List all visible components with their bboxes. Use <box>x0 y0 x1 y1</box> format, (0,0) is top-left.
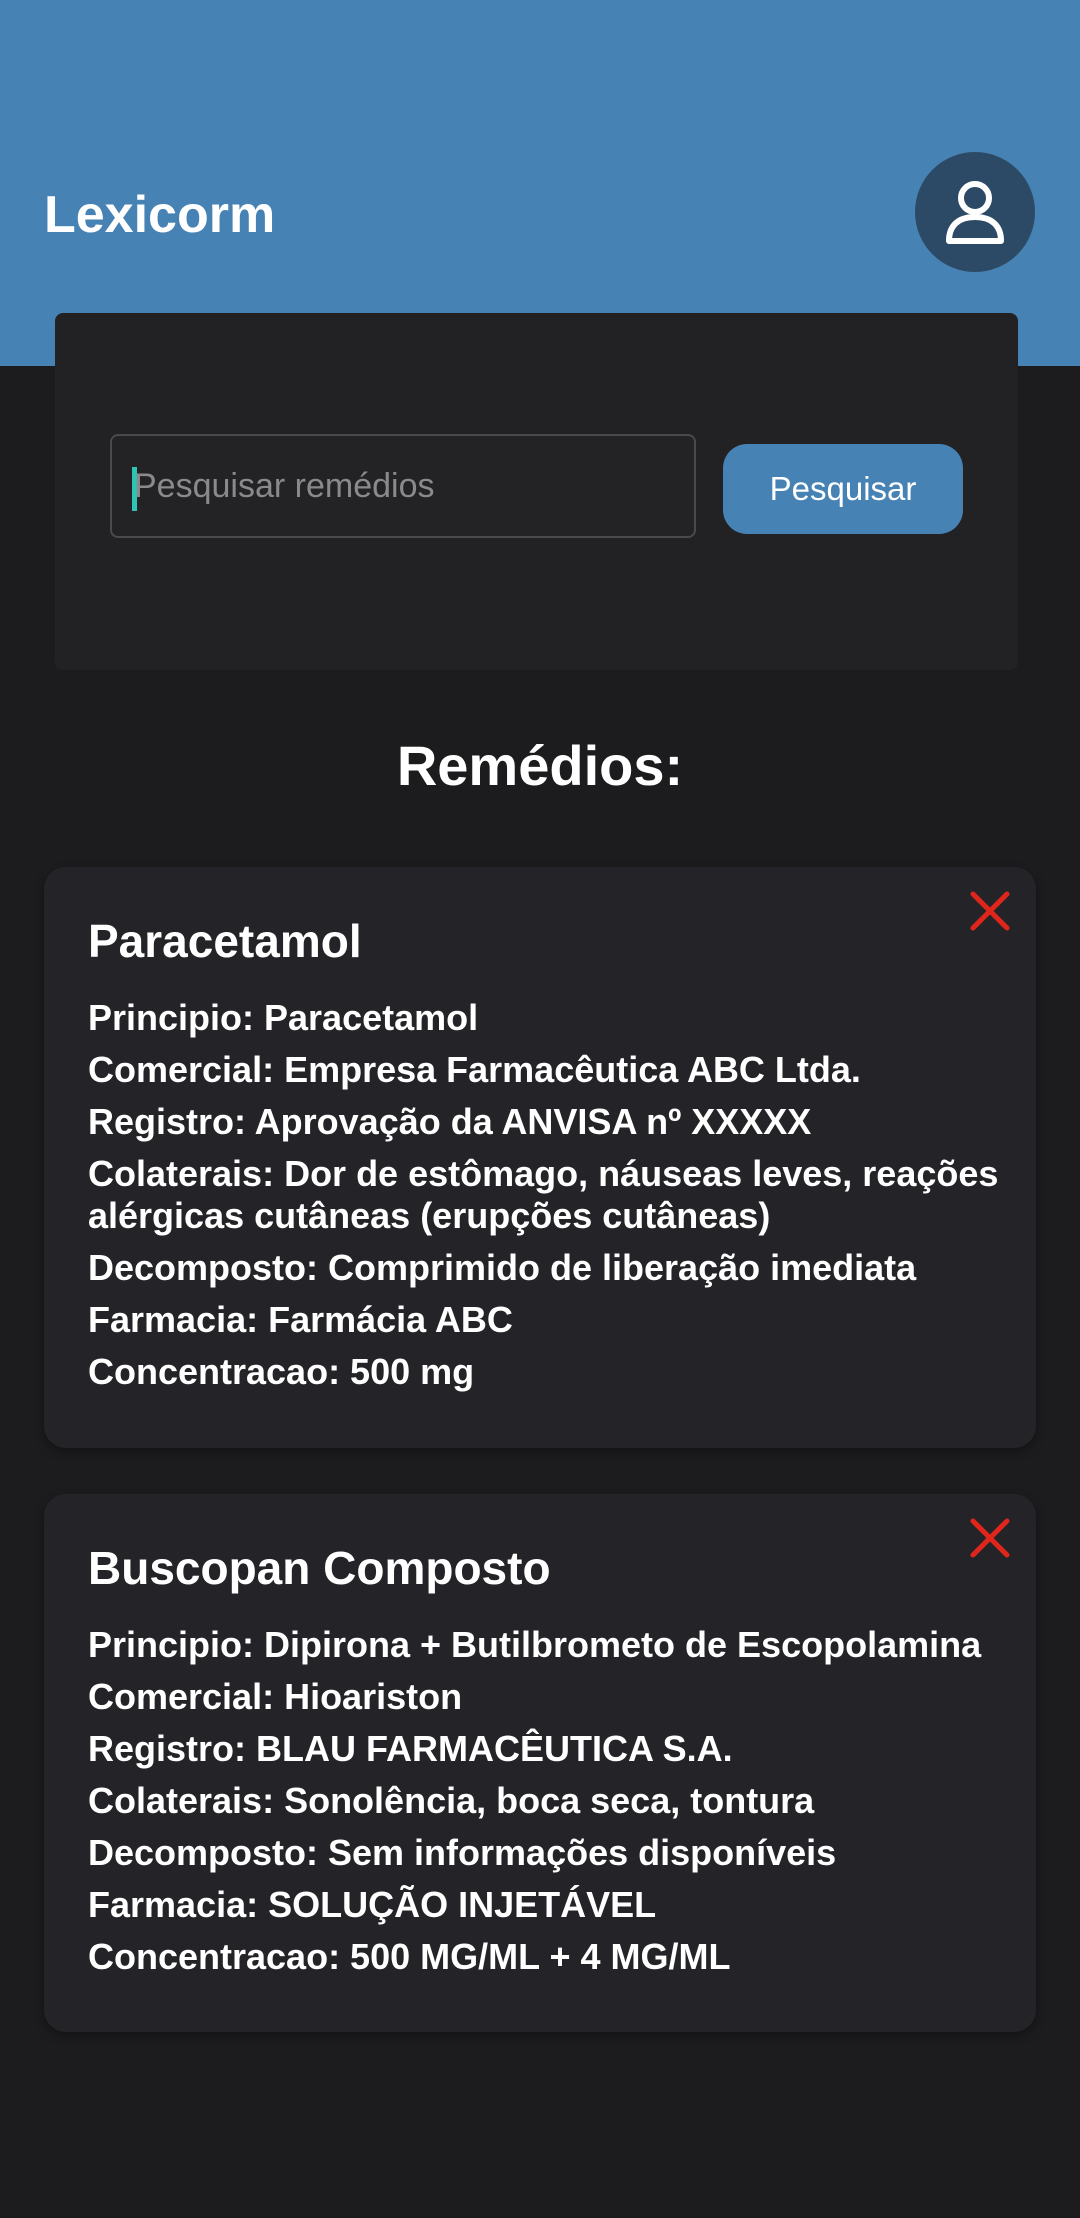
field-decomposto: Decomposto: Comprimido de liberação imed… <box>88 1247 917 1288</box>
field-principio: Principio: Dipirona + Butilbrometo de Es… <box>88 1624 982 1665</box>
search-panel: Pesquisar remédios Pesquisar <box>55 313 1018 670</box>
field-farmacia: Farmacia: Farmácia ABC <box>88 1299 513 1340</box>
search-button[interactable]: Pesquisar <box>723 444 963 534</box>
search-input[interactable]: Pesquisar remédios <box>110 434 696 538</box>
field-concentracao: Concentracao: 500 MG/ML + 4 MG/ML <box>88 1936 731 1977</box>
app-title: Lexicorm <box>44 186 276 244</box>
user-icon <box>946 181 1004 244</box>
field-concentracao: Concentracao: 500 mg <box>88 1351 475 1392</box>
medicine-card: Buscopan Composto Principio: Dipirona + … <box>44 1494 1036 2032</box>
close-icon[interactable] <box>970 891 1010 931</box>
medicine-name: Paracetamol <box>88 915 362 967</box>
medicine-card: Paracetamol Principio: Paracetamol Comer… <box>44 867 1036 1448</box>
list-title: Remédios: <box>396 734 684 797</box>
field-decomposto: Decomposto: Sem informações disponíveis <box>88 1832 837 1873</box>
field-comercial: Comercial: Empresa Farmacêutica ABC Ltda… <box>88 1049 861 1090</box>
field-colaterais: Colaterais: Dor de estômago, náuseas lev… <box>88 1153 999 1236</box>
close-icon[interactable] <box>970 1518 1010 1558</box>
medicine-name: Buscopan Composto <box>88 1542 551 1594</box>
field-farmacia: Farmacia: SOLUÇÃO INJETÁVEL <box>88 1884 657 1925</box>
field-comercial: Comercial: Hioariston <box>88 1676 463 1717</box>
profile-avatar-button[interactable] <box>915 152 1035 272</box>
field-registro: Registro: Aprovação da ANVISA nº XXXXX <box>88 1101 812 1142</box>
medicine-details: Principio: Paracetamol Comercial: Empres… <box>88 997 1008 1403</box>
app-header: Lexicorm <box>0 0 1080 366</box>
field-registro: Registro: BLAU FARMACÊUTICA S.A. <box>88 1728 733 1769</box>
field-principio: Principio: Paracetamol <box>88 997 479 1038</box>
field-colaterais: Colaterais: Sonolência, boca seca, tontu… <box>88 1780 815 1821</box>
medicine-details: Principio: Dipirona + Butilbrometo de Es… <box>88 1624 1008 1988</box>
search-placeholder: Pesquisar remédios <box>134 467 435 505</box>
